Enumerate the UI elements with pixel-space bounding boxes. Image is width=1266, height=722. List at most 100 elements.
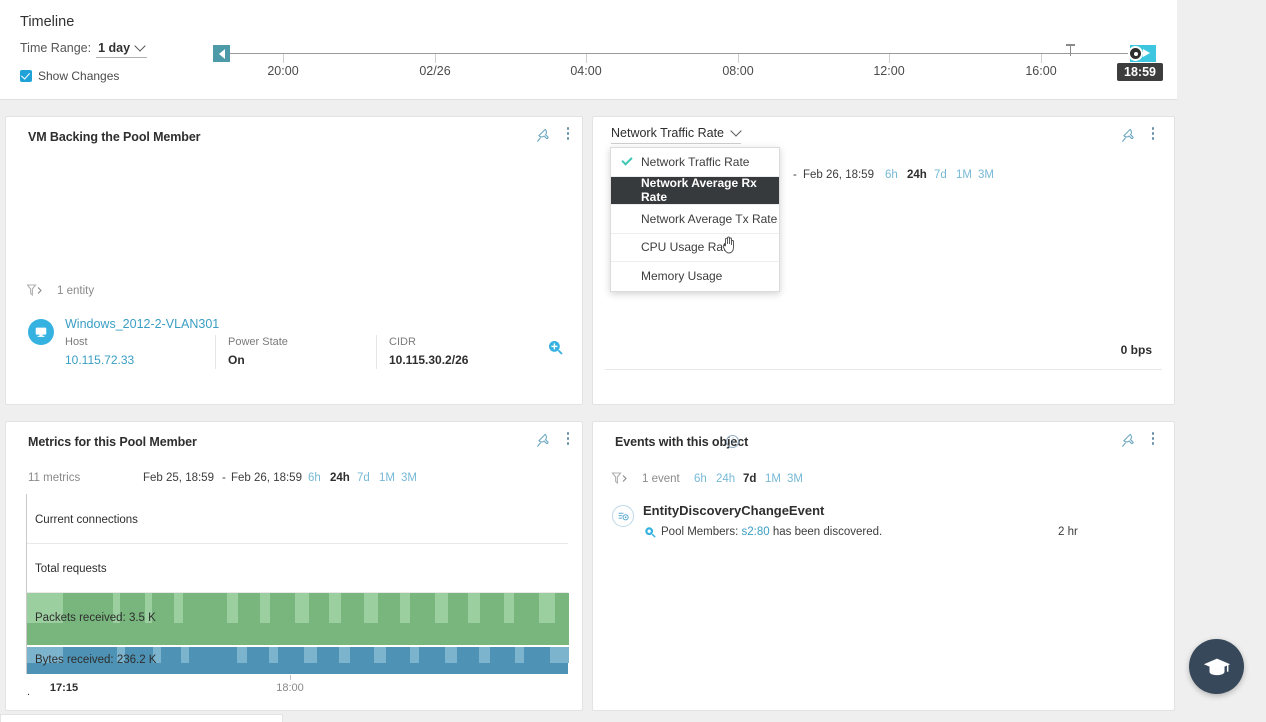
chart-series-label: Current connections <box>35 514 138 526</box>
filter-icon[interactable] <box>611 471 633 487</box>
range-option-1m[interactable]: 1M <box>379 472 395 484</box>
vm-column-host: Host 10.115.72.33 <box>65 336 134 367</box>
chart-bar-segment <box>278 647 304 674</box>
next-panel-partial <box>0 714 283 722</box>
range-option-24h[interactable]: 24h <box>716 473 735 485</box>
chart-series-label: Packets received: 3.5 K <box>35 612 156 624</box>
event-desc-link[interactable]: s2:80 <box>742 526 770 538</box>
range-option-24h[interactable]: 24h <box>907 169 927 181</box>
column-divider <box>215 335 216 369</box>
metric-select-menu[interactable]: Network Traffic Rate Network Average Rx R… <box>610 147 780 292</box>
event-type-icon <box>612 505 634 527</box>
network-range-dash: - <box>793 169 797 181</box>
timeline-track[interactable] <box>228 53 1146 54</box>
event-desc-suffix: has been discovered. <box>769 526 883 538</box>
chart-bar-segment <box>364 593 378 623</box>
overflow-menu-icon[interactable] <box>560 432 576 450</box>
metric-select-value: Network Traffic Rate <box>611 126 725 140</box>
chart-bar-segment <box>260 593 270 623</box>
range-option-3m[interactable]: 3M <box>978 169 994 181</box>
chart-bar-segment <box>490 647 515 674</box>
timeline-handle-left[interactable] <box>213 45 230 62</box>
chart-bar-segment <box>386 647 410 674</box>
chart-x-tick <box>290 675 291 680</box>
timeline-panel: Timeline Time Range: 1 day Show Changes … <box>0 0 1177 100</box>
pin-icon[interactable] <box>1119 432 1137 450</box>
metric-option[interactable]: Network Average Tx Rate <box>611 205 779 234</box>
event-name-link[interactable]: EntityDiscoveryChangeEvent <box>643 503 824 518</box>
show-changes-label: Show Changes <box>38 69 120 83</box>
chart-bar-segment <box>435 593 448 623</box>
time-range-label: Time Range: <box>20 41 92 55</box>
events-panel: Events with this object i 1 event 6h 24h 7… <box>592 421 1175 711</box>
chart-bar-segment <box>448 593 468 645</box>
range-option-3m[interactable]: 3M <box>787 473 803 485</box>
range-option-6h[interactable]: 6h <box>885 169 898 181</box>
chart-bar-segment <box>555 593 569 645</box>
timeline-title: Timeline <box>20 14 75 30</box>
chart-bar-segment <box>514 593 539 645</box>
chart-bar-segment <box>539 593 555 623</box>
events-panel-header: Events with this object i <box>593 422 1174 464</box>
range-option-6h[interactable]: 6h <box>308 472 321 484</box>
vm-column-cidr: CIDR 10.115.30.2/26 <box>389 336 468 367</box>
filter-icon[interactable] <box>26 283 48 299</box>
range-option-1m[interactable]: 1M <box>765 473 781 485</box>
metric-option[interactable]: Memory Usage <box>611 262 779 291</box>
metric-option-label: Network Average Rx Rate <box>641 176 757 205</box>
event-description: Pool Members: s2:80 has been discovered. <box>661 526 882 538</box>
chart-axis-marker: . <box>27 686 31 698</box>
chart-bar-segment <box>209 647 237 674</box>
pin-icon[interactable] <box>534 432 552 450</box>
chart-bar-segment <box>269 647 278 663</box>
chart-bar-segment <box>237 647 247 663</box>
range-option-1m[interactable]: 1M <box>956 169 972 181</box>
pin-icon[interactable] <box>1119 127 1137 145</box>
metric-option-label: Network Average Tx Rate <box>641 211 778 226</box>
vm-column-value[interactable]: 10.115.72.33 <box>65 353 134 367</box>
metrics-range-start: Feb 25, 18:59 <box>143 472 214 484</box>
metric-option[interactable]: Network Traffic Rate <box>611 148 779 177</box>
info-icon[interactable]: i <box>726 435 739 448</box>
metric-option-label: Memory Usage <box>641 269 723 284</box>
help-button[interactable] <box>1189 639 1244 694</box>
chart-bar-segment <box>270 593 295 645</box>
metric-option[interactable]: Network Average Rx Rate <box>611 176 779 205</box>
zoom-in-icon[interactable] <box>547 339 565 357</box>
overflow-menu-icon[interactable] <box>1145 127 1161 145</box>
range-option-6h[interactable]: 6h <box>694 473 707 485</box>
chart-bar-segment <box>161 647 181 674</box>
vm-column-key: CIDR <box>389 336 416 348</box>
timeline-handle-knob[interactable] <box>1128 46 1143 61</box>
chart-bar-segment <box>227 593 238 623</box>
range-option-7d[interactable]: 7d <box>357 472 370 484</box>
pin-icon[interactable] <box>534 127 552 145</box>
show-changes-checkbox[interactable]: Show Changes <box>20 69 119 83</box>
vm-column-value: On <box>228 353 245 367</box>
chart-bar-segment <box>201 593 227 645</box>
range-option-3m[interactable]: 3M <box>401 472 417 484</box>
vm-name-link[interactable]: Windows_2012-2-VLAN301 <box>65 317 219 331</box>
chart-bar-segment <box>174 593 183 623</box>
graduation-cap-icon <box>1203 658 1230 675</box>
overflow-menu-icon[interactable] <box>560 127 576 145</box>
chart-series-label: Total requests <box>35 563 107 575</box>
timeline-tick-label: 12:00 <box>873 64 905 78</box>
timeline-tick-label: 20:00 <box>267 64 299 78</box>
range-option-7d[interactable]: 7d <box>743 473 756 485</box>
mouse-cursor-icon <box>721 236 737 254</box>
time-range-select[interactable]: 1 day <box>96 41 148 58</box>
metric-option-label: Network Traffic Rate <box>641 154 750 169</box>
overflow-menu-icon[interactable] <box>1145 432 1161 450</box>
range-option-24h[interactable]: 24h <box>330 472 350 484</box>
metric-option[interactable]: CPU Usage Rate <box>611 234 779 262</box>
column-divider <box>376 335 377 369</box>
metric-select-trigger[interactable]: Network Traffic Rate <box>611 126 742 144</box>
metrics-range-dash: - <box>222 472 226 484</box>
metrics-chart[interactable]: Current connections Total requests Packe… <box>26 494 569 698</box>
timeline-tick-label: 08:00 <box>722 64 754 78</box>
chart-bar-segment <box>550 647 569 663</box>
check-icon <box>621 154 633 166</box>
range-option-7d[interactable]: 7d <box>934 169 947 181</box>
chart-bar-segment <box>247 647 269 674</box>
